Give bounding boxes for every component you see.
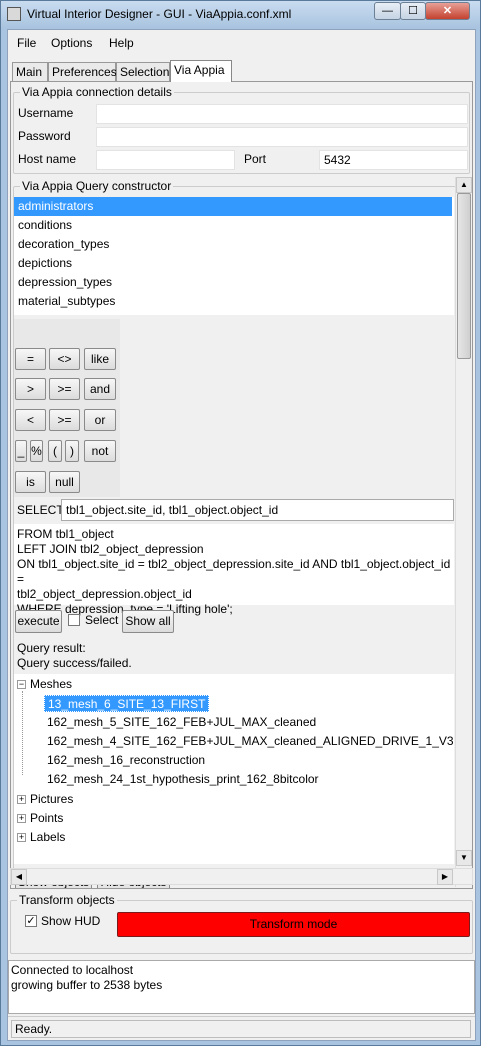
host-name-label: Host name: [18, 152, 77, 166]
host-name-input[interactable]: [96, 150, 235, 170]
horizontal-scrollbar[interactable]: ◀ ▶: [10, 868, 473, 885]
list-item[interactable]: depictions: [14, 254, 452, 273]
transform-groupbox: Transform objects ✓ Show HUD Transform m…: [10, 893, 473, 954]
scroll-up-arrow[interactable]: ▲: [456, 177, 472, 193]
query-title: Via Appia Query constructor: [20, 179, 174, 193]
menu-help[interactable]: Help: [109, 36, 134, 50]
port-label: Port: [244, 152, 267, 166]
tree-node-mesh[interactable]: 13_mesh_6_SITE_13_FIRST: [44, 695, 210, 712]
null-button[interactable]: null: [49, 471, 80, 493]
vertical-scrollbar[interactable]: ▲ ▼: [455, 177, 472, 887]
minimize-button[interactable]: —: [374, 2, 401, 20]
list-item[interactable]: conditions: [14, 216, 452, 235]
status-text: Ready.: [11, 1020, 471, 1038]
client-area: File Options Help Main Preferences Selec…: [7, 29, 476, 1041]
log-line: growing buffer to 2538 bytes: [11, 978, 163, 992]
tab-via-appia[interactable]: Via Appia: [170, 60, 232, 82]
menu-options[interactable]: Options: [51, 36, 92, 50]
gte-button[interactable]: >=: [49, 378, 80, 400]
tree-node-mesh[interactable]: 162_mesh_4_SITE_162_FEB+JUL_MAX_cleaned_…: [47, 733, 454, 750]
app-icon: [7, 7, 21, 21]
tab-preferences[interactable]: Preferences: [48, 62, 117, 82]
select-label: SELECT: [17, 503, 64, 517]
main-window: Virtual Interior Designer - GUI - ViaApp…: [0, 0, 481, 1046]
query-result: Query result: Query success/failed.: [17, 641, 132, 671]
show-all-button[interactable]: Show all: [122, 610, 174, 633]
gt-button[interactable]: >: [15, 378, 46, 400]
tree-node-mesh[interactable]: 162_mesh_16_reconstruction: [47, 752, 205, 769]
eq-button[interactable]: =: [15, 348, 46, 370]
object-tree[interactable]: − Meshes 13_mesh_6_SITE_13_FIRST 162_mes…: [14, 674, 454, 864]
sql-line: LEFT JOIN tbl2_object_depression: [17, 542, 204, 556]
log-output[interactable]: Connected to localhost growing buffer to…: [8, 960, 475, 1014]
expand-icon[interactable]: +: [17, 795, 26, 804]
tree-node-mesh[interactable]: 162_mesh_5_SITE_162_FEB+JUL_MAX_cleaned: [47, 714, 316, 731]
scroll-right-arrow[interactable]: ▶: [437, 869, 453, 885]
window-title: Virtual Interior Designer - GUI - ViaApp…: [27, 7, 292, 21]
close-button[interactable]: ✕: [425, 2, 470, 20]
lt-button[interactable]: <: [15, 409, 46, 431]
list-item[interactable]: depression_types: [14, 273, 452, 292]
not-button[interactable]: not: [84, 440, 116, 462]
menu-bar: File Options Help: [8, 30, 475, 54]
maximize-button[interactable]: ☐: [400, 2, 426, 20]
is-button[interactable]: is: [15, 471, 46, 493]
sql-line: FROM tbl1_object: [17, 527, 114, 541]
query-result-line: Query result:: [17, 641, 86, 655]
title-bar[interactable]: Virtual Interior Designer - GUI - ViaApp…: [1, 1, 480, 28]
underscore-button[interactable]: _: [15, 440, 27, 462]
lparen-button[interactable]: (: [48, 440, 62, 462]
percent-button[interactable]: %: [30, 440, 43, 462]
expand-icon[interactable]: +: [17, 833, 26, 842]
query-result-line: Query success/failed.: [17, 656, 132, 670]
like-button[interactable]: like: [84, 348, 116, 370]
execute-button[interactable]: execute: [15, 610, 62, 633]
and-button[interactable]: and: [84, 378, 116, 400]
list-item[interactable]: material_subtypes: [14, 292, 452, 311]
scroll-down-arrow[interactable]: ▼: [456, 850, 472, 866]
expand-icon[interactable]: +: [17, 814, 26, 823]
show-hud-checkbox[interactable]: ✓: [25, 915, 37, 927]
tab-main[interactable]: Main: [12, 62, 48, 82]
tree-node-labels[interactable]: Labels: [30, 829, 65, 846]
transform-mode-button[interactable]: Transform mode: [117, 912, 470, 937]
select-checkbox[interactable]: [68, 614, 80, 626]
tree-node-points[interactable]: Points: [30, 810, 63, 827]
table-list[interactable]: administrators conditions decoration_typ…: [14, 197, 454, 315]
menu-file[interactable]: File: [17, 36, 36, 50]
status-bar: Ready.: [8, 1016, 475, 1040]
sql-line: tbl2_object_depression.object_id: [17, 587, 192, 601]
password-input[interactable]: [96, 127, 468, 147]
list-item[interactable]: decoration_types: [14, 235, 452, 254]
scroll-thumb[interactable]: [457, 193, 471, 359]
show-hud-label: Show HUD: [41, 914, 101, 928]
scroll-left-arrow[interactable]: ◀: [11, 869, 27, 885]
log-line: Connected to localhost: [11, 963, 134, 977]
collapse-icon[interactable]: −: [17, 680, 26, 689]
neq-button[interactable]: <>: [49, 348, 80, 370]
rparen-button[interactable]: ): [65, 440, 79, 462]
tree-node-pictures[interactable]: Pictures: [30, 791, 73, 808]
username-input[interactable]: [96, 104, 468, 124]
password-label: Password: [18, 129, 71, 143]
tree-node-mesh[interactable]: 162_mesh_24_1st_hypothesis_print_162_8bi…: [47, 771, 319, 788]
sql-line: WHERE depression_type = 'Lifting hole';: [17, 602, 233, 616]
tab-selection[interactable]: Selection: [116, 62, 170, 82]
tree-node-meshes[interactable]: Meshes: [30, 676, 72, 693]
select-input[interactable]: tbl1_object.site_id, tbl1_object.object_…: [61, 499, 454, 521]
sql-textarea[interactable]: FROM tbl1_object LEFT JOIN tbl2_object_d…: [14, 524, 454, 616]
connection-groupbox: Via Appia connection details Username Pa…: [13, 85, 470, 174]
select-checkbox-label: Select: [85, 613, 119, 627]
connection-title: Via Appia connection details: [20, 85, 174, 99]
or-button[interactable]: or: [84, 409, 116, 431]
sql-line: ON tbl1_object.site_id = tbl2_object_dep…: [17, 557, 451, 586]
username-label: Username: [18, 106, 74, 120]
transform-title: Transform objects: [17, 893, 117, 907]
via-appia-tab-page: Via Appia connection details Username Pa…: [10, 81, 473, 889]
list-item[interactable]: administrators: [14, 197, 452, 216]
lte-button[interactable]: >=: [49, 409, 80, 431]
port-input[interactable]: 5432: [319, 150, 468, 170]
